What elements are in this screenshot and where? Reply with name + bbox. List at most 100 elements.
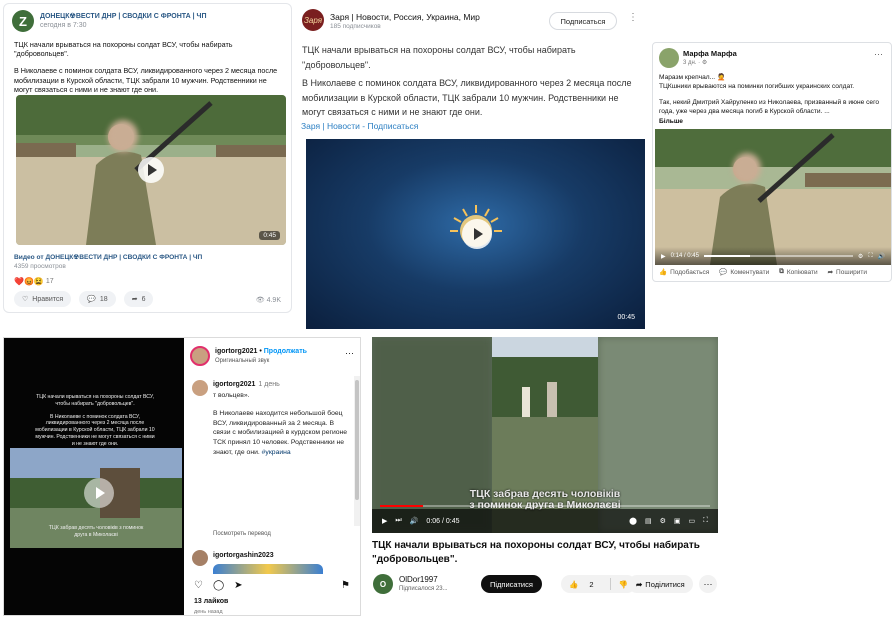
fb-progress-fill bbox=[703, 255, 751, 257]
vk-like-label: Нравится bbox=[32, 295, 64, 303]
fullscreen-icon[interactable]: ⛶ bbox=[703, 517, 708, 525]
next-icon[interactable]: ⏭ bbox=[395, 517, 401, 525]
ig-comment-age: 1 день bbox=[258, 381, 280, 388]
ig-likes[interactable]: 13 лайков bbox=[194, 598, 228, 605]
fullscreen-icon[interactable]: ⛶ bbox=[868, 253, 872, 260]
zarya-subscribe-button[interactable]: Подписаться bbox=[549, 12, 617, 30]
fb-video-time: 0:14 / 0:45 bbox=[670, 253, 699, 259]
vk-share-button[interactable]: ➦ 6 bbox=[123, 291, 154, 307]
ig-comment-avatar[interactable] bbox=[192, 380, 208, 396]
miniplayer-icon[interactable]: ▣ bbox=[674, 517, 681, 525]
zarya-logo[interactable]: Заря bbox=[302, 9, 324, 31]
ig-scrollbar[interactable] bbox=[354, 376, 360, 526]
vk-video-title[interactable]: Видео от ДОНЕЦК☢ВЕСТИ ДНР | СВОДКИ С ФРО… bbox=[14, 253, 202, 261]
yt-time: 0:06 / 0:45 bbox=[426, 517, 460, 525]
yt-channel-avatar[interactable]: O bbox=[373, 574, 393, 594]
vk-post-time[interactable]: сегодня в 7:30 bbox=[40, 22, 207, 29]
fb-play-icon[interactable]: ▶ bbox=[661, 253, 666, 260]
copy-icon: ⧉ bbox=[779, 268, 784, 275]
fb-user-name[interactable]: Марфа Марфа bbox=[683, 49, 737, 58]
ig-scroll-thumb[interactable] bbox=[355, 380, 359, 500]
comment-icon[interactable]: ◯ bbox=[213, 580, 224, 591]
vk-play-icon[interactable] bbox=[138, 157, 164, 183]
settings-icon[interactable]: ⚙ bbox=[858, 253, 863, 260]
ig-audio-label[interactable]: Оригинальный звук bbox=[215, 358, 269, 364]
yt-channel-name[interactable]: OlDor1997 bbox=[399, 575, 438, 584]
bookmark-icon[interactable]: ⚑ bbox=[341, 580, 350, 591]
thumbs-down-icon: 👎 bbox=[618, 579, 628, 589]
heart-icon[interactable]: ♡ bbox=[194, 580, 203, 591]
send-icon[interactable]: ➤ bbox=[234, 580, 242, 591]
zarya-channel-name[interactable]: Заря | Новости, Россия, Украина, Мир bbox=[330, 12, 480, 22]
share-icon: ➦ bbox=[827, 269, 834, 276]
ig-user-avatar[interactable] bbox=[190, 346, 210, 366]
yt-like-dislike: 👍 2 👎 bbox=[561, 575, 636, 593]
yt-video-caption: ТЦК забрав десять чоловіків з поминок др… bbox=[372, 489, 718, 511]
yt-subscribe-button[interactable]: Підписатися bbox=[481, 575, 542, 593]
vk-video-player[interactable]: 0:45 bbox=[16, 95, 286, 245]
instagram-post-card: ТЦК начали врываться на похороны солдат … bbox=[3, 337, 361, 616]
zarya-more-icon[interactable]: ⋮ bbox=[628, 12, 638, 23]
vk-post-paragraph-2: В Николаеве с поминок солдата ВСУ, ликви… bbox=[14, 66, 278, 94]
fb-copy-label: Копіювати bbox=[786, 268, 818, 276]
vk-reactions[interactable]: ❤️😡😫 17 bbox=[14, 277, 54, 286]
ig-comment-user[interactable]: igortorg2021 bbox=[213, 381, 255, 388]
play-icon[interactable]: ▶ bbox=[382, 517, 387, 525]
fb-action-bar: 👍 Подобається 💬 Коментувати ⧉ Копіювати ➦ По… bbox=[659, 268, 867, 276]
yt-share-label: Поділитися bbox=[645, 579, 685, 589]
vk-reaction-count: 17 bbox=[45, 278, 54, 285]
yt-like-button[interactable]: 👍 2 bbox=[561, 580, 610, 589]
thumbs-up-icon: 👍 bbox=[659, 269, 668, 276]
ig-user-name[interactable]: igortorg2021 bbox=[215, 348, 257, 355]
yt-share-button[interactable]: ➦ Поділитися bbox=[628, 575, 693, 593]
ig-more-icon[interactable]: ⋯ bbox=[345, 348, 354, 359]
comment-icon: 💬 bbox=[719, 269, 728, 276]
fb-comment-button[interactable]: 💬 Коментувати bbox=[719, 268, 770, 277]
ig-reel-video[interactable]: ТЦК начали врываться на похороны солдат … bbox=[4, 338, 184, 615]
volume-icon[interactable]: 🔊 bbox=[410, 517, 419, 525]
vk-post-paragraph-1: ТЦК начали врываться на похороны солдат … bbox=[14, 40, 233, 59]
fb-more-icon[interactable]: ⋯ bbox=[874, 49, 883, 60]
vk-comment-button[interactable]: 💬 18 bbox=[79, 291, 116, 307]
zarya-play-icon[interactable] bbox=[462, 219, 492, 249]
theater-icon[interactable]: ▭ bbox=[688, 517, 695, 525]
subtitles-icon[interactable]: ▤ bbox=[645, 517, 652, 525]
volume-icon[interactable]: 🔊 bbox=[878, 253, 885, 260]
share-icon: ➦ bbox=[131, 296, 138, 303]
fb-share-label: Поширити bbox=[836, 268, 868, 276]
fb-comment-label: Коментувати bbox=[730, 268, 770, 276]
ig-translate-link[interactable]: Посмотреть перевод bbox=[213, 531, 271, 537]
zarya-post-card: Заря Заря | Новости, Россия, Украина, Ми… bbox=[296, 3, 648, 331]
yt-progress-fill bbox=[380, 505, 423, 507]
settings-icon[interactable]: ⚙ bbox=[660, 517, 666, 525]
fb-share-button[interactable]: ➦ Поширити bbox=[827, 268, 868, 277]
yt-progress-bar[interactable] bbox=[380, 505, 710, 507]
fb-copy-button[interactable]: ⧉ Копіювати bbox=[779, 268, 817, 276]
ig-play-icon[interactable] bbox=[84, 478, 114, 508]
fb-post-meta: 3 дн. · ⚙ bbox=[683, 60, 708, 66]
ig-reel-text: ТЦК начали врываться на похороны солдат … bbox=[34, 394, 156, 454]
fb-video-player[interactable]: ▶ 0:14 / 0:45 ⚙ ⛶ 🔊 bbox=[655, 129, 891, 265]
ig-comment2-avatar[interactable] bbox=[192, 550, 208, 566]
vk-channel-name[interactable]: ДОНЕЦК☢ВЕСТИ ДНР | СВОДКИ С ФРОНТА | ЧП bbox=[40, 12, 207, 20]
vk-like-button[interactable]: ♡ Нравится bbox=[14, 291, 72, 307]
youtube-video-card: ТЦК забрав десять чоловіків з поминок др… bbox=[369, 335, 721, 605]
ig-comment-header: igortorg2021 1 день bbox=[213, 381, 280, 388]
autoplay-toggle-icon[interactable]: ⬤ bbox=[629, 517, 637, 525]
ig-comment2-user[interactable]: igortorgashin2023 bbox=[213, 552, 274, 559]
zarya-video-player[interactable]: 00:45 bbox=[306, 139, 645, 329]
yt-video-player[interactable]: ТЦК забрав десять чоловіків з поминок др… bbox=[372, 337, 718, 533]
vk-channel-avatar[interactable]: Z bbox=[12, 10, 34, 32]
fb-user-avatar[interactable] bbox=[659, 48, 679, 68]
vk-video-views: 4359 просмотров bbox=[14, 263, 66, 270]
ig-hashtag[interactable]: #украина bbox=[262, 449, 291, 456]
fb-progress-bar[interactable] bbox=[703, 255, 853, 257]
yt-more-icon[interactable]: ⋯ bbox=[699, 575, 717, 593]
thumbs-up-icon: 👍 bbox=[569, 579, 579, 589]
zarya-paragraph-2: В Николаеве с поминок солдата ВСУ, ликви… bbox=[302, 78, 632, 117]
ig-follow-button[interactable]: Продолжать bbox=[264, 348, 307, 355]
zarya-subscribe-link[interactable]: Заря | Новости - Подписаться bbox=[301, 121, 418, 131]
yt-player-controls: ▶ ⏭ 🔊 0:06 / 0:45 ⬤ ▤ ⚙ ▣ ▭ ⛶ bbox=[372, 509, 718, 533]
fb-more-link[interactable]: Більше bbox=[659, 117, 887, 126]
fb-like-button[interactable]: 👍 Подобається bbox=[659, 268, 709, 277]
